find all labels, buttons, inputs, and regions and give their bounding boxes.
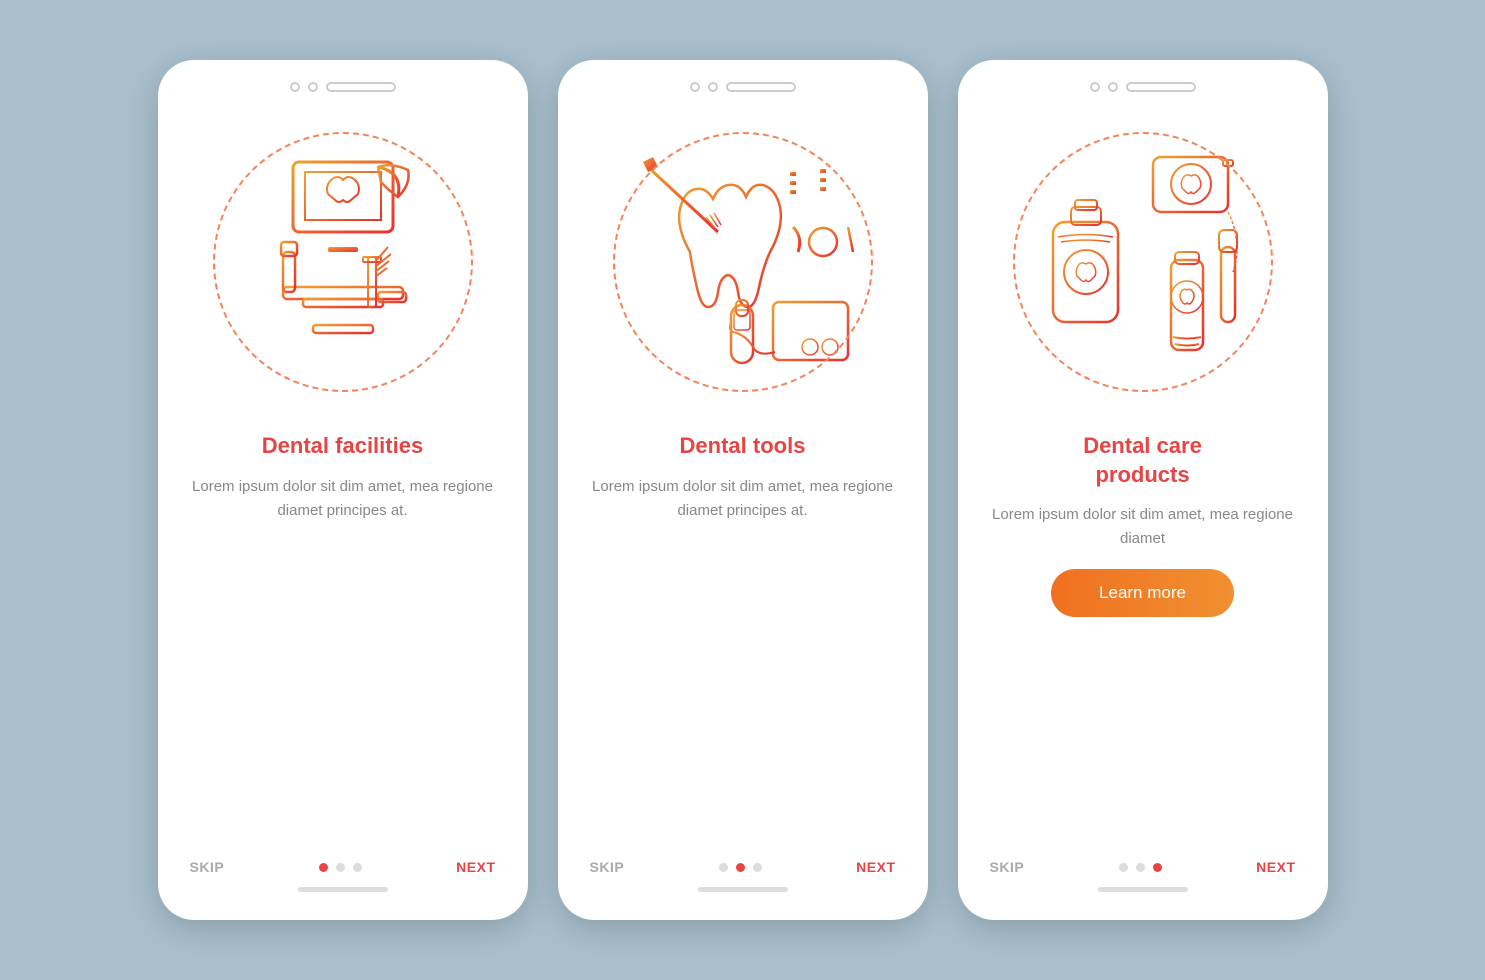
- dashed-circle-2: [613, 132, 873, 392]
- dot-3-2: [1136, 863, 1145, 872]
- nav-dots-2: [719, 863, 762, 872]
- bottom-nav-3: SKIP NEXT: [958, 859, 1328, 875]
- next-button-3[interactable]: NEXT: [1256, 859, 1295, 875]
- icon-area-facilities: [183, 102, 503, 422]
- bottom-nav-2: SKIP NEXT: [558, 859, 928, 875]
- bottom-handle-3: [1098, 887, 1188, 892]
- top-dot-3: [690, 82, 700, 92]
- phone-top-bar-3: [1090, 82, 1196, 92]
- phone-top-bar-1: [290, 82, 396, 92]
- screen-dental-tools: Dental tools Lorem ipsum dolor sit dim a…: [558, 60, 928, 920]
- dashed-circle-1: [213, 132, 473, 392]
- skip-button-1[interactable]: SKIP: [190, 859, 225, 875]
- screen-1-title: Dental facilities: [242, 432, 443, 461]
- top-pill-1: [326, 82, 396, 92]
- dot-1-1: [319, 863, 328, 872]
- skip-button-2[interactable]: SKIP: [590, 859, 625, 875]
- dot-3-1: [1119, 863, 1128, 872]
- learn-more-button[interactable]: Learn more: [1051, 569, 1234, 617]
- top-dot-1: [290, 82, 300, 92]
- bottom-nav-1: SKIP NEXT: [158, 859, 528, 875]
- dot-3-3: [1153, 863, 1162, 872]
- screen-3-desc: Lorem ipsum dolor sit dim amet, mea regi…: [958, 503, 1328, 551]
- next-button-1[interactable]: NEXT: [456, 859, 495, 875]
- dot-1-3: [353, 863, 362, 872]
- bottom-handle-1: [298, 887, 388, 892]
- dot-2-3: [753, 863, 762, 872]
- screen-2-desc: Lorem ipsum dolor sit dim amet, mea regi…: [558, 475, 928, 523]
- nav-dots-1: [319, 863, 362, 872]
- top-dot-6: [1108, 82, 1118, 92]
- skip-button-3[interactable]: SKIP: [990, 859, 1025, 875]
- top-dot-2: [308, 82, 318, 92]
- top-dot-4: [708, 82, 718, 92]
- top-pill-3: [1126, 82, 1196, 92]
- bottom-handle-2: [698, 887, 788, 892]
- screen-dental-facilities: Dental facilities Lorem ipsum dolor sit …: [158, 60, 528, 920]
- icon-area-products: [983, 102, 1303, 422]
- nav-dots-3: [1119, 863, 1162, 872]
- screen-2-title: Dental tools: [660, 432, 826, 461]
- next-button-2[interactable]: NEXT: [856, 859, 895, 875]
- icon-area-tools: [583, 102, 903, 422]
- screen-dental-care-products: Dental care products Lorem ipsum dolor s…: [958, 60, 1328, 920]
- screens-container: Dental facilities Lorem ipsum dolor sit …: [158, 60, 1328, 920]
- dot-2-2: [736, 863, 745, 872]
- dot-2-1: [719, 863, 728, 872]
- top-pill-2: [726, 82, 796, 92]
- dashed-circle-3: [1013, 132, 1273, 392]
- screen-3-title: Dental care products: [1063, 432, 1222, 489]
- top-dot-5: [1090, 82, 1100, 92]
- screen-1-desc: Lorem ipsum dolor sit dim amet, mea regi…: [158, 475, 528, 523]
- dot-1-2: [336, 863, 345, 872]
- phone-top-bar-2: [690, 82, 796, 92]
